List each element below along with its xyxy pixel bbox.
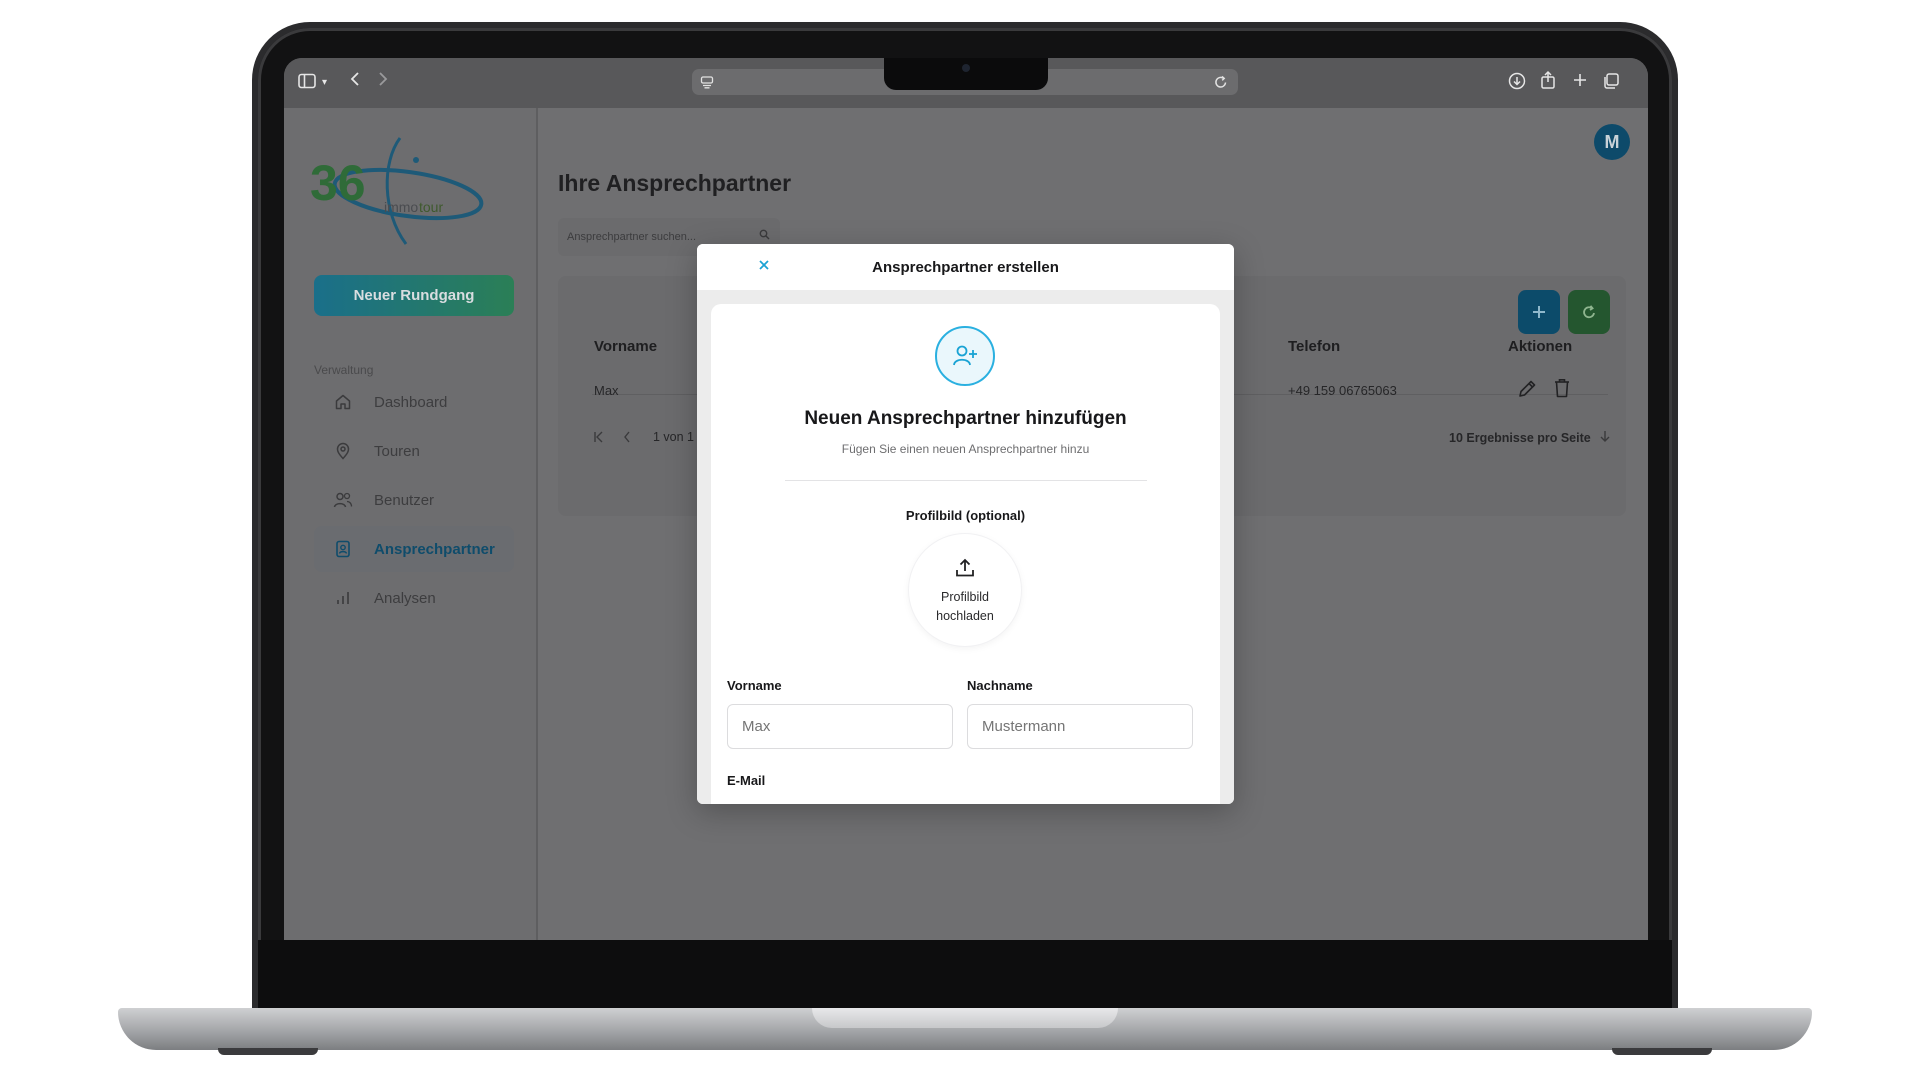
camera-lens [962, 64, 970, 72]
home-icon [332, 391, 354, 413]
logo-text-immo: immo [384, 199, 418, 215]
sidebar-item-label: Analysen [374, 589, 436, 607]
form-subheading: Fügen Sie einen neuen Ansprechpartner hi… [841, 442, 1090, 456]
edit-icon[interactable] [1516, 378, 1538, 405]
page-info: 1 von 1 [653, 430, 695, 444]
upload-icon [953, 556, 977, 580]
share-icon[interactable] [1540, 70, 1556, 96]
section-label-verwaltung: Verwaltung [314, 363, 374, 377]
page-menu-icon[interactable] [700, 75, 714, 94]
logo-number: 36 [310, 155, 366, 211]
upload-label: Profilbild hochladen [909, 588, 1021, 626]
profile-image-upload[interactable]: Profilbild hochladen [909, 534, 1021, 646]
column-header-actions: Aktionen [1508, 338, 1573, 355]
page-title: Ihre Ansprechpartner [558, 170, 792, 196]
tab-overview-icon[interactable] [1602, 72, 1620, 96]
logo-text-tour: tour [419, 199, 443, 215]
screen: ▾ 36 immo tour Neuer Rundgang Verwaltung… [284, 58, 1648, 940]
brand-logo[interactable]: 36 immo tour [308, 132, 484, 250]
column-header-phone[interactable]: Telefon [1288, 338, 1340, 355]
last-name-field[interactable] [967, 704, 1193, 749]
create-contact-modal: Ansprechpartner erstellen Neuen Ansprech… [697, 244, 1234, 804]
delete-icon[interactable] [1552, 377, 1572, 404]
laptop-foot-right [1612, 1048, 1712, 1055]
new-tour-button[interactable]: Neuer Rundgang [314, 275, 514, 316]
add-contact-button[interactable] [1518, 290, 1560, 334]
search-placeholder: Ansprechpartner suchen... [567, 231, 697, 243]
users-icon [332, 489, 354, 511]
modal-form-card: Neuen Ansprechpartner hinzufügen Fügen S… [711, 304, 1220, 804]
back-icon[interactable] [350, 71, 360, 93]
plus-icon [1533, 306, 1545, 318]
laptop-foot-left [218, 1048, 318, 1055]
first-page-icon[interactable] [592, 430, 606, 448]
sidebar-item-label: Ansprechpartner [374, 540, 495, 558]
new-tab-icon[interactable] [1572, 72, 1588, 94]
sidebar-item-label: Benutzer [374, 491, 435, 509]
profile-image-label: Profilbild (optional) [905, 508, 1026, 523]
sidebar-item-touren[interactable]: Touren [314, 428, 514, 474]
browser-toolbar: ▾ [284, 58, 1648, 108]
refresh-icon [1583, 305, 1595, 319]
table-cell-phone: +49 159 06765063 [1288, 383, 1397, 398]
chevron-down-icon[interactable]: ▾ [322, 73, 327, 93]
email-label: E-Mail [727, 773, 766, 788]
sidebar: 36 immo tour Neuer Rundgang Verwaltung D… [284, 108, 538, 940]
close-icon[interactable] [757, 256, 771, 277]
sidebar-item-ansprechpartner[interactable]: Ansprechpartner [314, 526, 514, 572]
add-user-icon-badge [935, 326, 995, 386]
sidebar-item-dashboard[interactable]: Dashboard [314, 379, 514, 425]
upload-label-line2: hochladen [936, 609, 994, 623]
modal-title: Ansprechpartner erstellen [872, 259, 1059, 276]
map-pin-icon [332, 440, 354, 462]
per-page-select[interactable]: 10 Ergebnisse pro Seite [1449, 431, 1591, 445]
sidebar-item-benutzer[interactable]: Benutzer [314, 477, 514, 523]
contact-icon [332, 538, 354, 560]
sidebar-item-analysen[interactable]: Analysen [314, 575, 514, 621]
sidebar-item-label: Dashboard [374, 393, 448, 411]
table-cell-first-name: Max [594, 383, 619, 398]
search-icon [759, 229, 770, 243]
bar-chart-icon [332, 587, 354, 609]
first-name-label: Vorname [727, 678, 782, 693]
divider [785, 480, 1147, 481]
laptop-chin [258, 940, 1672, 1010]
camera-notch [884, 58, 1048, 90]
user-avatar[interactable]: M [1594, 124, 1630, 160]
reload-icon[interactable] [1214, 74, 1228, 95]
first-name-field[interactable] [727, 704, 953, 749]
column-header-first-name[interactable]: Vorname [594, 338, 657, 355]
modal-header: Ansprechpartner erstellen [697, 244, 1234, 290]
last-name-label: Nachname [967, 678, 1033, 693]
form-heading: Neuen Ansprechpartner hinzufügen [804, 408, 1127, 429]
laptop-base-notch [812, 1008, 1118, 1028]
download-icon[interactable] [1508, 72, 1526, 96]
sidebar-item-label: Touren [374, 442, 420, 460]
prev-page-icon[interactable] [622, 430, 632, 448]
user-plus-icon [953, 345, 977, 366]
forward-icon[interactable] [378, 71, 388, 93]
upload-label-line1: Profilbild [941, 590, 989, 604]
arrow-down-icon[interactable] [1599, 429, 1611, 447]
sidebar-toggle-icon[interactable] [298, 73, 316, 95]
refresh-button[interactable] [1568, 290, 1610, 334]
